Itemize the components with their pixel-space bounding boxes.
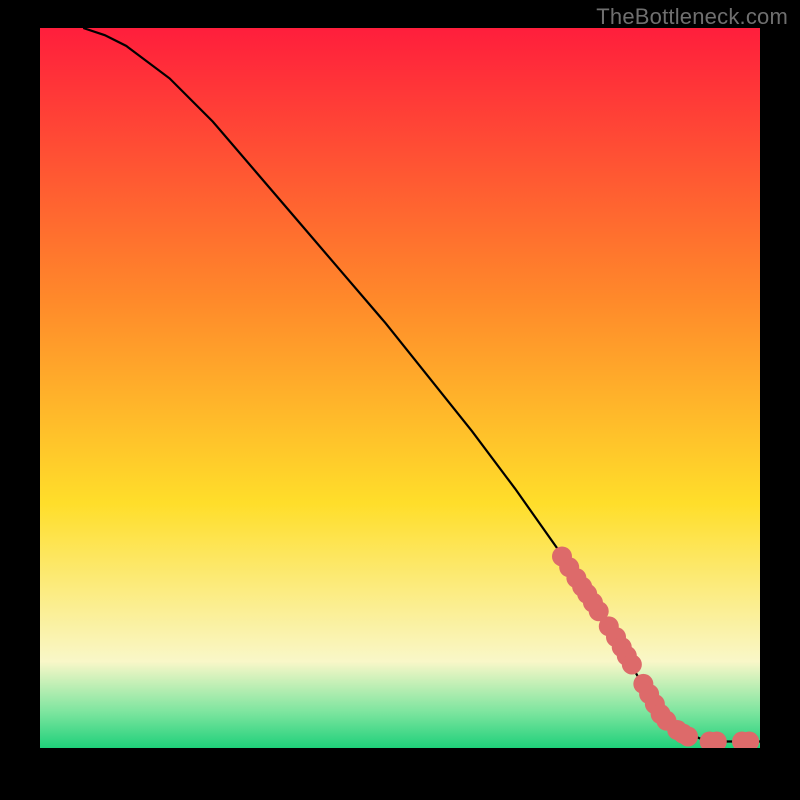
chart-svg	[40, 28, 760, 748]
gradient-background	[40, 28, 760, 748]
marker-dot	[622, 654, 642, 674]
watermark-text: TheBottleneck.com	[596, 4, 788, 30]
plot-area	[40, 28, 760, 748]
marker-dot	[678, 726, 698, 746]
chart-stage: TheBottleneck.com	[0, 0, 800, 800]
